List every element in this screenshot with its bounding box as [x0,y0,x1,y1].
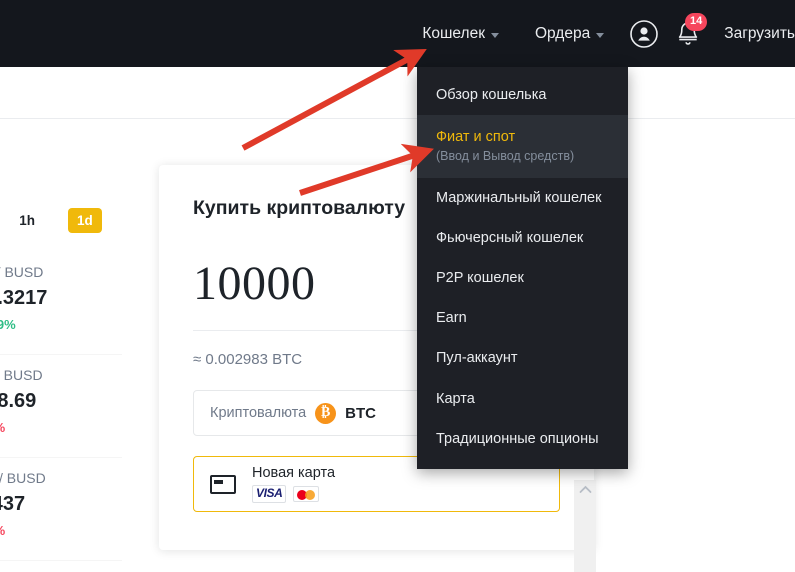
nav-item-orders-label: Ордера [534,24,591,42]
payment-method-body: Новая карта VISA [252,465,336,503]
chevron-up-icon[interactable] [574,480,596,498]
chevron-down-icon [596,32,605,38]
wallet-dropdown-menu: Обзор кошелька Фиат и спот (Ввод и Вывод… [417,67,628,469]
mastercard-logo [293,486,320,502]
notifications-button[interactable]: 14 [666,0,710,67]
menu-item-card[interactable]: Карта [417,379,628,419]
vertical-scrollbar[interactable] [574,480,596,572]
notification-count-badge: 14 [684,13,708,31]
menu-item-label: Карта [436,390,475,407]
menu-item-margin-wallet[interactable]: Маржинальный кошелек [417,178,628,218]
content-divider [0,118,795,119]
ticker-row-eth[interactable]: ETH / BUSD 1728.69 -2.42% [0,355,122,458]
nav-item-wallet-label: Кошелек [422,24,485,42]
menu-item-label: Пул-аккаунт [436,350,518,367]
header-nav-group: Кошелек Ордера 14 Загрузить [404,0,795,67]
menu-item-label: Маржинальный кошелек [436,189,602,206]
ticker-pair: ETH / BUSD [0,367,43,383]
menu-item-sublabel: (Ввод и Вывод средств) [436,149,575,164]
ticker-row-link[interactable]: LINK / BUSD 26.437 -4.45% [0,458,122,561]
crypto-select-value: BTC [345,404,376,422]
menu-item-earn[interactable]: Earn [417,298,628,338]
profile-button[interactable] [622,0,666,67]
nav-item-orders[interactable]: Ордера [517,0,622,67]
bitcoin-icon: ₿ [315,402,337,424]
timeframe-tabs: h 1h 1d [0,208,150,233]
user-circle-icon [630,19,659,48]
menu-item-futures-wallet[interactable]: Фьючерсный кошелек [417,218,628,258]
menu-item-pool-account[interactable]: Пул-аккаунт [417,338,628,378]
arrow-to-wallet-menu [241,49,427,151]
ticker-price: 26.437 [0,493,26,515]
visa-logo: VISA [252,485,287,503]
credit-card-icon [210,474,236,494]
menu-item-label: Традиционные опционы [436,430,599,447]
ticker-row-bnb[interactable]: BNB / BUSD 126.3217 +17.49% [0,252,122,355]
payment-method-title: Новая карта [252,465,336,482]
app-root: Кошелек Ордера 14 Загрузить 1h 1d BUSD 3… [0,0,795,572]
download-link[interactable]: Загрузить [710,25,795,43]
menu-item-p2p-wallet[interactable]: P2P кошелек [417,258,628,298]
timeframe-tab-1h[interactable]: 1h [10,208,44,233]
menu-item-label: P2P кошелек [436,270,524,287]
ticker-price: 1728.69 [0,390,37,412]
ticker-change: -2.42% [0,420,122,435]
ticker-pair: BNB / BUSD [0,264,44,280]
ticker-pair: LINK / BUSD [0,470,46,486]
ticker-change: -4.45% [0,523,122,538]
menu-item-label: Фиат и спот [436,129,516,146]
menu-item-label: Earn [436,310,467,327]
ticker-list: BNB / BUSD 126.3217 +17.49% ETH / BUSD 1… [0,252,122,561]
menu-item-vanilla-options[interactable]: Традиционные опционы [417,419,628,459]
crypto-select-label: Криптовалюта [210,405,307,421]
top-header-bar: Кошелек Ордера 14 Загрузить [0,0,795,67]
chevron-down-icon [490,32,499,38]
ticker-change: +17.49% [0,317,16,332]
payment-brand-logos: VISA [252,485,335,503]
timeframe-tab-1d[interactable]: 1d [68,208,102,233]
menu-item-label: Фьючерсный кошелек [436,230,584,246]
menu-item-wallet-overview[interactable]: Обзор кошелька [417,75,628,115]
menu-item-fiat-and-spot[interactable]: Фиат и спот (Ввод и Вывод средств) [417,115,628,178]
menu-item-label: Обзор кошелька [436,87,547,103]
nav-item-wallet[interactable]: Кошелек [404,0,517,67]
ticker-price: 126.3217 [0,287,48,309]
